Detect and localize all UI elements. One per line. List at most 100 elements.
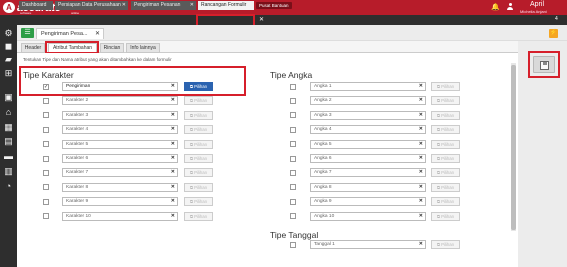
clear-icon[interactable]: ✕: [419, 83, 423, 90]
tag-icon[interactable]: ▰: [3, 54, 14, 65]
pilihan-button[interactable]: ⧉ Pilihan: [184, 154, 213, 163]
user-name[interactable]: April: [530, 1, 544, 8]
angka-checkbox[interactable]: [290, 112, 296, 119]
pilihan-button[interactable]: ⧉ Pilihan: [184, 197, 213, 207]
angka-checkbox[interactable]: [290, 126, 296, 133]
pilihan-button[interactable]: ⧉ Pilihan: [184, 82, 213, 91]
angka-checkbox[interactable]: [290, 198, 296, 205]
karakter-name-input[interactable]: Karakter 4 ✕: [62, 125, 178, 135]
bell-icon[interactable]: 🔔: [491, 3, 500, 11]
help-center-button[interactable]: Pusat Bantuan: [256, 2, 292, 9]
tab-rincian[interactable]: Rincian: [100, 43, 124, 53]
pilihan-button[interactable]: ⧉ Pilihan: [184, 168, 213, 178]
pilihan-button[interactable]: ⧉ Pilihan: [431, 154, 460, 163]
tanggal-checkbox[interactable]: [290, 241, 296, 248]
karakter-checkbox[interactable]: [43, 112, 49, 119]
calculator-icon[interactable]: ▦: [3, 122, 14, 133]
clear-icon[interactable]: ✕: [171, 141, 175, 148]
pilihan-button[interactable]: ⧉ Pilihan: [184, 96, 213, 106]
clear-icon[interactable]: ✕: [171, 184, 175, 191]
clear-icon[interactable]: ✕: [171, 155, 175, 162]
angka-name-input[interactable]: Angka 10 ✕: [310, 211, 426, 221]
karakter-name-input[interactable]: Pengiriman ✕: [62, 82, 178, 91]
save-button[interactable]: [533, 56, 555, 73]
pilihan-button[interactable]: ⧉ Pilihan: [184, 139, 213, 149]
karakter-name-input[interactable]: Karakter 8 ✕: [62, 182, 178, 192]
pilihan-button[interactable]: ⧉ Pilihan: [184, 125, 213, 135]
clear-icon[interactable]: ✕: [419, 126, 423, 133]
karakter-name-input[interactable]: Karakter 10 ✕: [62, 211, 178, 221]
tab-atribut-tambahan[interactable]: Atribut Tambahan: [48, 43, 97, 53]
angka-name-input[interactable]: Angka 6 ✕: [310, 154, 426, 163]
user-icon[interactable]: [507, 3, 513, 10]
pilihan-button[interactable]: ⧉ Pilihan: [184, 211, 213, 221]
clear-icon[interactable]: ✕: [419, 155, 423, 162]
close-icon[interactable]: ✕: [95, 29, 100, 39]
angka-checkbox[interactable]: [290, 169, 296, 176]
clear-icon[interactable]: ✕: [419, 184, 423, 191]
clear-icon[interactable]: ✕: [171, 198, 175, 205]
pilihan-button[interactable]: ⧉ Pilihan: [431, 168, 460, 178]
clear-icon[interactable]: ✕: [419, 169, 423, 176]
karakter-name-input[interactable]: Karakter 2 ✕: [62, 96, 178, 106]
angka-name-input[interactable]: Angka 9 ✕: [310, 197, 426, 207]
pilihan-button[interactable]: ⧉ Pilihan: [431, 240, 460, 249]
tab-info-lainnya[interactable]: Info lainnya: [126, 43, 160, 53]
clear-icon[interactable]: ✕: [171, 97, 175, 104]
grid-icon[interactable]: ▤: [3, 136, 14, 147]
clear-icon[interactable]: ✕: [171, 126, 175, 133]
karakter-name-input[interactable]: Karakter 5 ✕: [62, 139, 178, 149]
chart-icon[interactable]: ◔: [3, 181, 14, 192]
karakter-checkbox[interactable]: [43, 126, 49, 133]
karakter-name-input[interactable]: Karakter 7 ✕: [62, 168, 178, 178]
clear-icon[interactable]: ✕: [171, 213, 175, 220]
pilihan-button[interactable]: ⧉ Pilihan: [431, 110, 460, 120]
refresh-button[interactable]: ⚡: [549, 29, 558, 38]
karakter-checkbox[interactable]: [43, 184, 49, 191]
clear-icon[interactable]: ✕: [419, 141, 423, 148]
clear-icon[interactable]: ✕: [419, 97, 423, 104]
close-icon[interactable]: ✕: [190, 1, 194, 10]
clear-icon[interactable]: ✕: [419, 112, 423, 119]
pilihan-button[interactable]: ⧉ Pilihan: [431, 139, 460, 149]
tanggal-name-input[interactable]: Tanggal 1 ✕: [310, 240, 426, 249]
angka-name-input[interactable]: Angka 3 ✕: [310, 110, 426, 120]
clear-icon[interactable]: ✕: [171, 169, 175, 176]
angka-checkbox[interactable]: [290, 184, 296, 191]
close-tab-icon[interactable]: ✕: [259, 16, 264, 23]
gear-icon[interactable]: ⚙: [3, 28, 14, 39]
pilihan-button[interactable]: ⧉ Pilihan: [431, 182, 460, 192]
cart-icon[interactable]: ⊞: [3, 68, 14, 79]
list-button[interactable]: ☰: [21, 28, 34, 38]
pilihan-button[interactable]: ⧉ Pilihan: [431, 211, 460, 221]
karakter-checkbox[interactable]: [43, 141, 49, 148]
clear-icon[interactable]: ✕: [419, 198, 423, 205]
karakter-checkbox[interactable]: [43, 198, 49, 205]
bag-icon[interactable]: ▣: [3, 92, 14, 103]
tab-dashboard[interactable]: Dashboard: [19, 1, 53, 10]
karakter-checkbox[interactable]: [43, 97, 49, 104]
angka-name-input[interactable]: Angka 2 ✕: [310, 96, 426, 106]
clear-icon[interactable]: ✕: [171, 83, 175, 90]
karakter-checkbox[interactable]: [43, 155, 49, 162]
close-icon[interactable]: ✕: [122, 1, 126, 10]
pilihan-button[interactable]: ⧉ Pilihan: [184, 110, 213, 120]
angka-checkbox[interactable]: [290, 141, 296, 148]
karakter-checkbox[interactable]: [43, 169, 49, 176]
cube-icon[interactable]: ◼: [3, 41, 14, 52]
karakter-name-input[interactable]: Karakter 6 ✕: [62, 154, 178, 163]
karakter-name-input[interactable]: Karakter 3 ✕: [62, 110, 178, 120]
tab-persiapan-data[interactable]: Persiapan Data Perusahaan ✕: [55, 1, 128, 10]
bank-icon[interactable]: ⌂: [3, 107, 14, 118]
pilihan-button[interactable]: ⧉ Pilihan: [431, 197, 460, 207]
pilihan-button[interactable]: ⧉ Pilihan: [431, 82, 460, 91]
tab-rancangan-formulir[interactable]: Rancangan Formulir: [198, 1, 254, 10]
angka-name-input[interactable]: Angka 7 ✕: [310, 168, 426, 178]
truck-icon[interactable]: ▬: [3, 151, 14, 162]
angka-name-input[interactable]: Angka 8 ✕: [310, 182, 426, 192]
angka-checkbox[interactable]: [290, 155, 296, 162]
clear-icon[interactable]: ✕: [419, 213, 423, 220]
pilihan-button[interactable]: ⧉ Pilihan: [431, 96, 460, 106]
angka-name-input[interactable]: Angka 5 ✕: [310, 139, 426, 149]
angka-checkbox[interactable]: [290, 97, 296, 104]
